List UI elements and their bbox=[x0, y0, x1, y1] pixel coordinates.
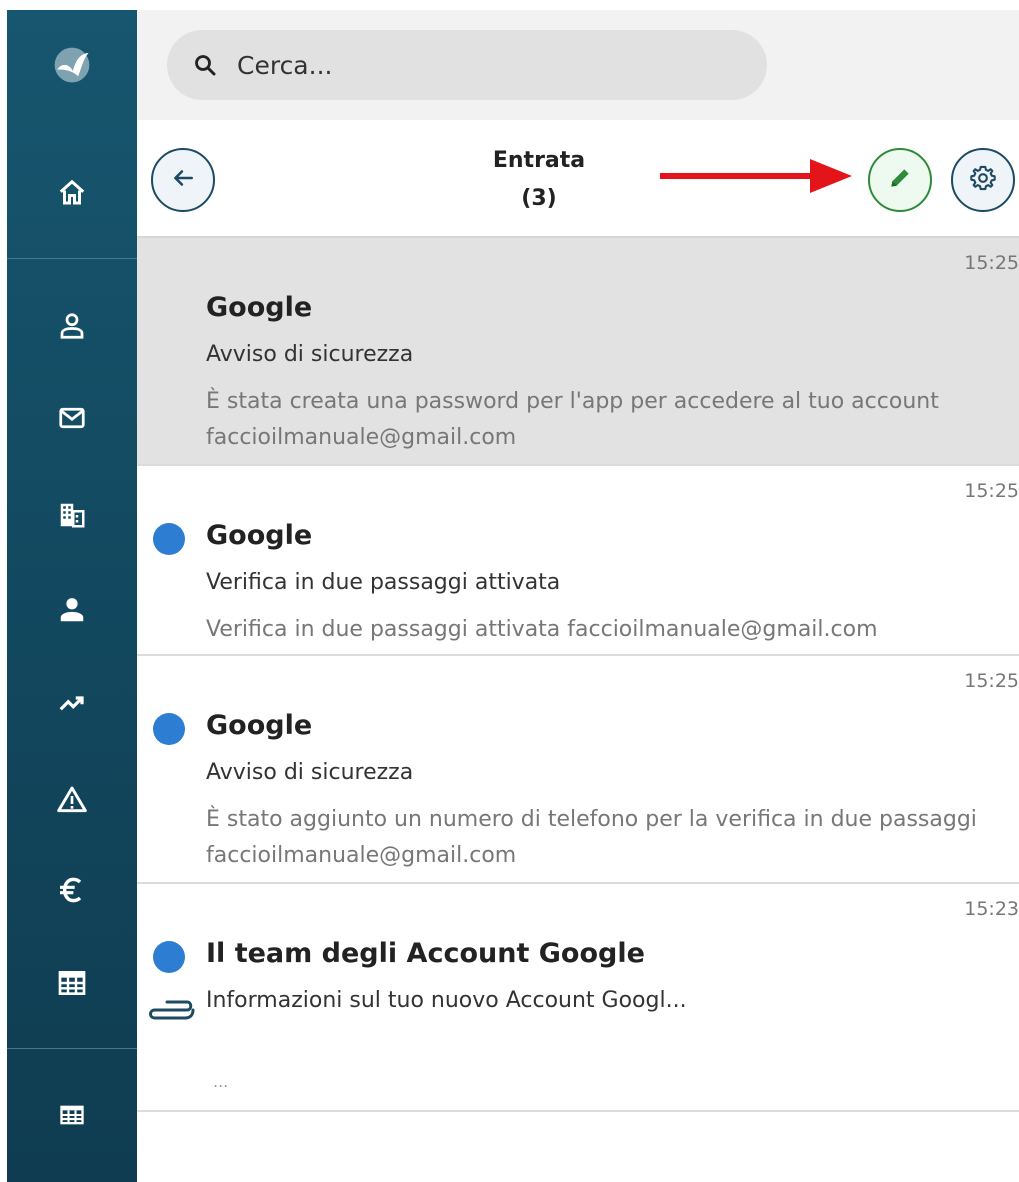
page-title: Entrata (3) bbox=[457, 142, 621, 218]
arrow-left-icon bbox=[170, 165, 196, 195]
trending-icon[interactable] bbox=[52, 683, 92, 723]
message-subject: Informazioni sul tuo nuovo Account Googl… bbox=[206, 988, 687, 1013]
compose-button[interactable] bbox=[868, 148, 932, 212]
message-preview: ... bbox=[213, 1072, 229, 1091]
message-item[interactable]: 15:25 Google Avviso di sicurezza È stato… bbox=[137, 656, 1019, 884]
message-time: 15:25 bbox=[964, 480, 1019, 502]
apps-grid-icon[interactable] bbox=[52, 1095, 92, 1135]
euro-icon[interactable] bbox=[52, 870, 92, 910]
message-item[interactable]: 15:25 Google Verifica in due passaggi at… bbox=[137, 466, 1019, 656]
app-root: Entrata (3) 15:25 Google Avviso di sicur… bbox=[0, 0, 1019, 1182]
warning-icon[interactable] bbox=[52, 780, 92, 820]
settings-button[interactable] bbox=[951, 148, 1015, 212]
search-icon bbox=[193, 53, 217, 81]
message-item[interactable]: 15:25 Google Avviso di sicurezza È stata… bbox=[137, 238, 1019, 466]
back-button[interactable] bbox=[151, 148, 215, 212]
message-preview: È stata creata una password per l'app pe… bbox=[206, 389, 939, 450]
contacts-icon[interactable] bbox=[52, 306, 92, 346]
message-subject: Avviso di sicurezza bbox=[206, 760, 414, 785]
message-preview: È stato aggiunto un numero di telefono p… bbox=[206, 807, 977, 868]
unread-dot bbox=[153, 523, 185, 555]
unread-count: (3) bbox=[521, 186, 557, 211]
home-icon[interactable] bbox=[52, 173, 92, 213]
sidebar bbox=[7, 10, 137, 1182]
gear-icon bbox=[969, 164, 997, 196]
message-time: 15:25 bbox=[964, 252, 1019, 274]
message-preview: Verifica in due passaggi attivata faccio… bbox=[206, 617, 878, 642]
message-time: 15:23 bbox=[964, 898, 1019, 920]
inbox-header: Entrata (3) bbox=[137, 120, 1019, 238]
search-box[interactable] bbox=[167, 30, 767, 100]
sidebar-divider bbox=[7, 1048, 137, 1049]
folder-name: Entrata bbox=[492, 148, 586, 173]
message-item[interactable]: 15:23 Il team degli Account Google Infor… bbox=[137, 884, 1019, 1112]
message-sender: Google bbox=[206, 520, 313, 551]
message-time: 15:25 bbox=[964, 670, 1019, 692]
table-icon[interactable] bbox=[52, 963, 92, 1003]
building-icon[interactable] bbox=[52, 495, 92, 535]
logo-icon[interactable] bbox=[52, 45, 92, 85]
search-bar-area bbox=[137, 10, 1019, 120]
annotation-arrow bbox=[660, 159, 852, 197]
unread-dot bbox=[153, 941, 185, 973]
person-icon[interactable] bbox=[52, 590, 92, 630]
message-subject: Verifica in due passaggi attivata bbox=[206, 570, 561, 595]
search-input[interactable] bbox=[237, 44, 737, 86]
mail-icon[interactable] bbox=[52, 398, 92, 438]
message-subject: Avviso di sicurezza bbox=[206, 342, 414, 367]
message-sender: Il team degli Account Google bbox=[206, 938, 645, 969]
sidebar-divider bbox=[7, 258, 137, 259]
unread-dot bbox=[153, 713, 185, 745]
paperclip-icon bbox=[147, 996, 195, 1026]
message-sender: Google bbox=[206, 710, 313, 741]
pencil-icon bbox=[887, 165, 913, 195]
message-sender: Google bbox=[206, 292, 313, 323]
